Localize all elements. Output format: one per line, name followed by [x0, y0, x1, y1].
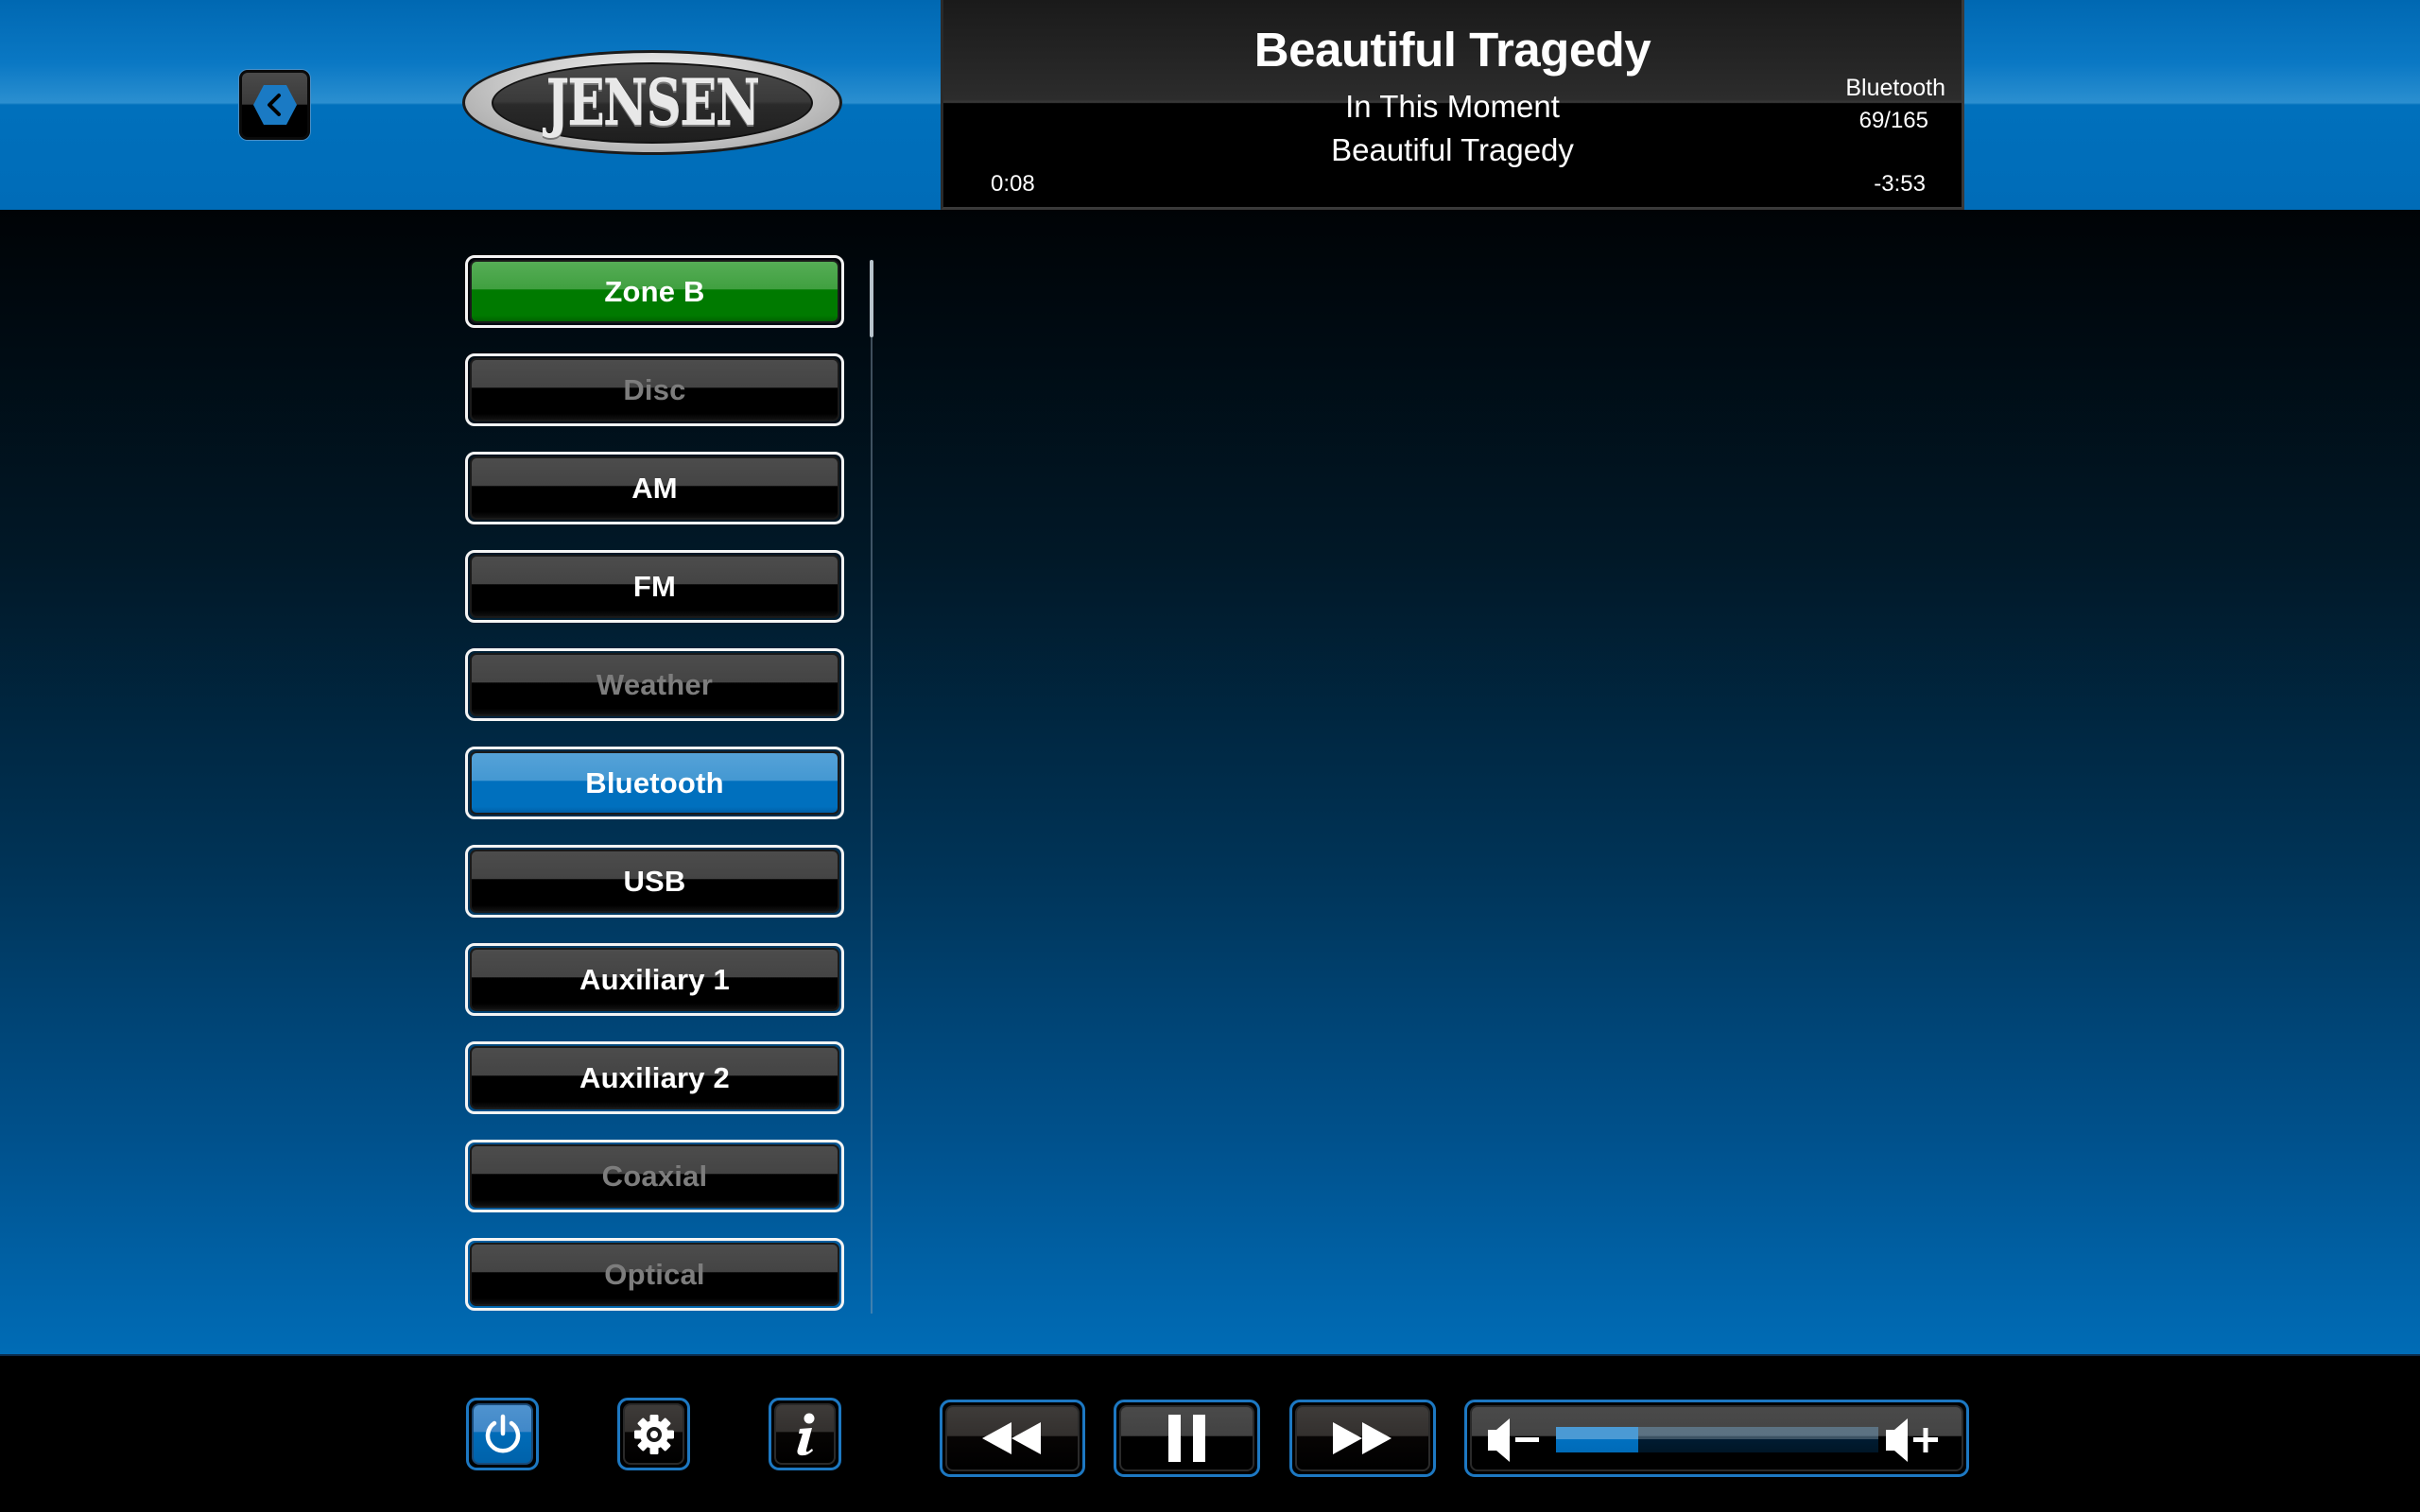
elapsed-time: 0:08: [991, 171, 1035, 197]
fast-forward-icon: [1332, 1422, 1392, 1454]
control-bar: [0, 1354, 2420, 1512]
source-button-optical[interactable]: Optical: [465, 1238, 844, 1311]
source-button-am[interactable]: AM: [465, 452, 844, 524]
source-button-face: Weather: [470, 653, 839, 716]
source-button-label: Optical: [604, 1257, 705, 1291]
source-button-face: Bluetooth: [470, 751, 839, 815]
logo-inner: JENSEN: [492, 61, 813, 144]
source-button-label: Zone B: [604, 274, 705, 308]
info-button[interactable]: [769, 1398, 841, 1470]
source-button-auxiliary-2[interactable]: Auxiliary 2: [465, 1041, 844, 1114]
source-list-scroll-thumb[interactable]: [870, 260, 873, 337]
source-button-bluetooth[interactable]: Bluetooth: [465, 747, 844, 819]
volume-down-icon: [1488, 1418, 1539, 1462]
volume-up-button[interactable]: [1886, 1418, 1943, 1462]
back-chevron-icon: [252, 85, 297, 125]
info-icon: [796, 1413, 814, 1455]
pause-button[interactable]: [1114, 1400, 1260, 1477]
source-button-face: Coaxial: [470, 1144, 839, 1208]
source-button-label: AM: [631, 471, 678, 505]
track-position: 69/165: [1858, 108, 1928, 133]
rewind-icon: [982, 1422, 1041, 1454]
source-button-face: Auxiliary 2: [470, 1046, 839, 1109]
volume-down-button[interactable]: [1488, 1418, 1545, 1462]
volume-control: [1464, 1400, 1969, 1477]
source-button-face: FM: [470, 555, 839, 618]
remaining-time: -3:53: [1874, 171, 1926, 197]
jensen-logo: JENSEN: [462, 50, 842, 155]
volume-level-fill: [1556, 1427, 1638, 1452]
source-button-label: Disc: [623, 372, 686, 406]
source-button-label: USB: [623, 864, 686, 898]
volume-up-icon: [1886, 1418, 1938, 1462]
main-content: Zone B Disc AM FM Weather Bluetooth USB Auxilia…: [0, 210, 2420, 1354]
source-button-face: USB: [470, 850, 839, 913]
source-button-coaxial[interactable]: Coaxial: [465, 1140, 844, 1212]
source-button-label: Bluetooth: [585, 765, 724, 799]
source-button-weather[interactable]: Weather: [465, 648, 844, 721]
settings-button[interactable]: [617, 1398, 690, 1470]
source-list-scrollbar[interactable]: [871, 260, 873, 1314]
power-icon: [485, 1414, 520, 1452]
rewind-button[interactable]: [940, 1400, 1085, 1477]
source-button-label: FM: [632, 569, 677, 603]
gear-icon: [633, 1414, 674, 1454]
source-button-label: Coaxial: [601, 1159, 708, 1193]
current-source-label: Bluetooth: [1845, 75, 1945, 101]
fast-forward-button[interactable]: [1289, 1400, 1436, 1477]
track-artist: In This Moment: [1345, 89, 1560, 124]
track-title: Beautiful Tragedy: [1253, 23, 1651, 77]
pause-icon: [1167, 1415, 1205, 1462]
source-button-label: Auxiliary 1: [579, 962, 730, 996]
now-playing-panel: Beautiful Tragedy In This Moment Beautif…: [941, 0, 1964, 210]
header-bar: JENSEN Beautiful Tragedy In This Moment …: [0, 0, 2420, 210]
volume-slider[interactable]: [1556, 1427, 1878, 1452]
logo-text: JENSEN: [545, 65, 760, 140]
source-button-face: Disc: [470, 358, 839, 421]
source-button-usb[interactable]: USB: [465, 845, 844, 918]
power-button[interactable]: [466, 1398, 539, 1470]
source-button-zone-b[interactable]: Zone B: [465, 255, 844, 328]
source-button-fm[interactable]: FM: [465, 550, 844, 623]
source-button-label: Weather: [596, 667, 714, 701]
source-button-face: Auxiliary 1: [470, 948, 839, 1011]
source-button-disc[interactable]: Disc: [465, 353, 844, 426]
source-button-face: Zone B: [470, 260, 839, 323]
track-album: Beautiful Tragedy: [1331, 132, 1574, 167]
source-button-auxiliary-1[interactable]: Auxiliary 1: [465, 943, 844, 1016]
back-button[interactable]: [239, 70, 310, 140]
source-button-face: AM: [470, 456, 839, 520]
source-button-label: Auxiliary 2: [579, 1060, 730, 1094]
source-button-face: Optical: [470, 1243, 839, 1306]
